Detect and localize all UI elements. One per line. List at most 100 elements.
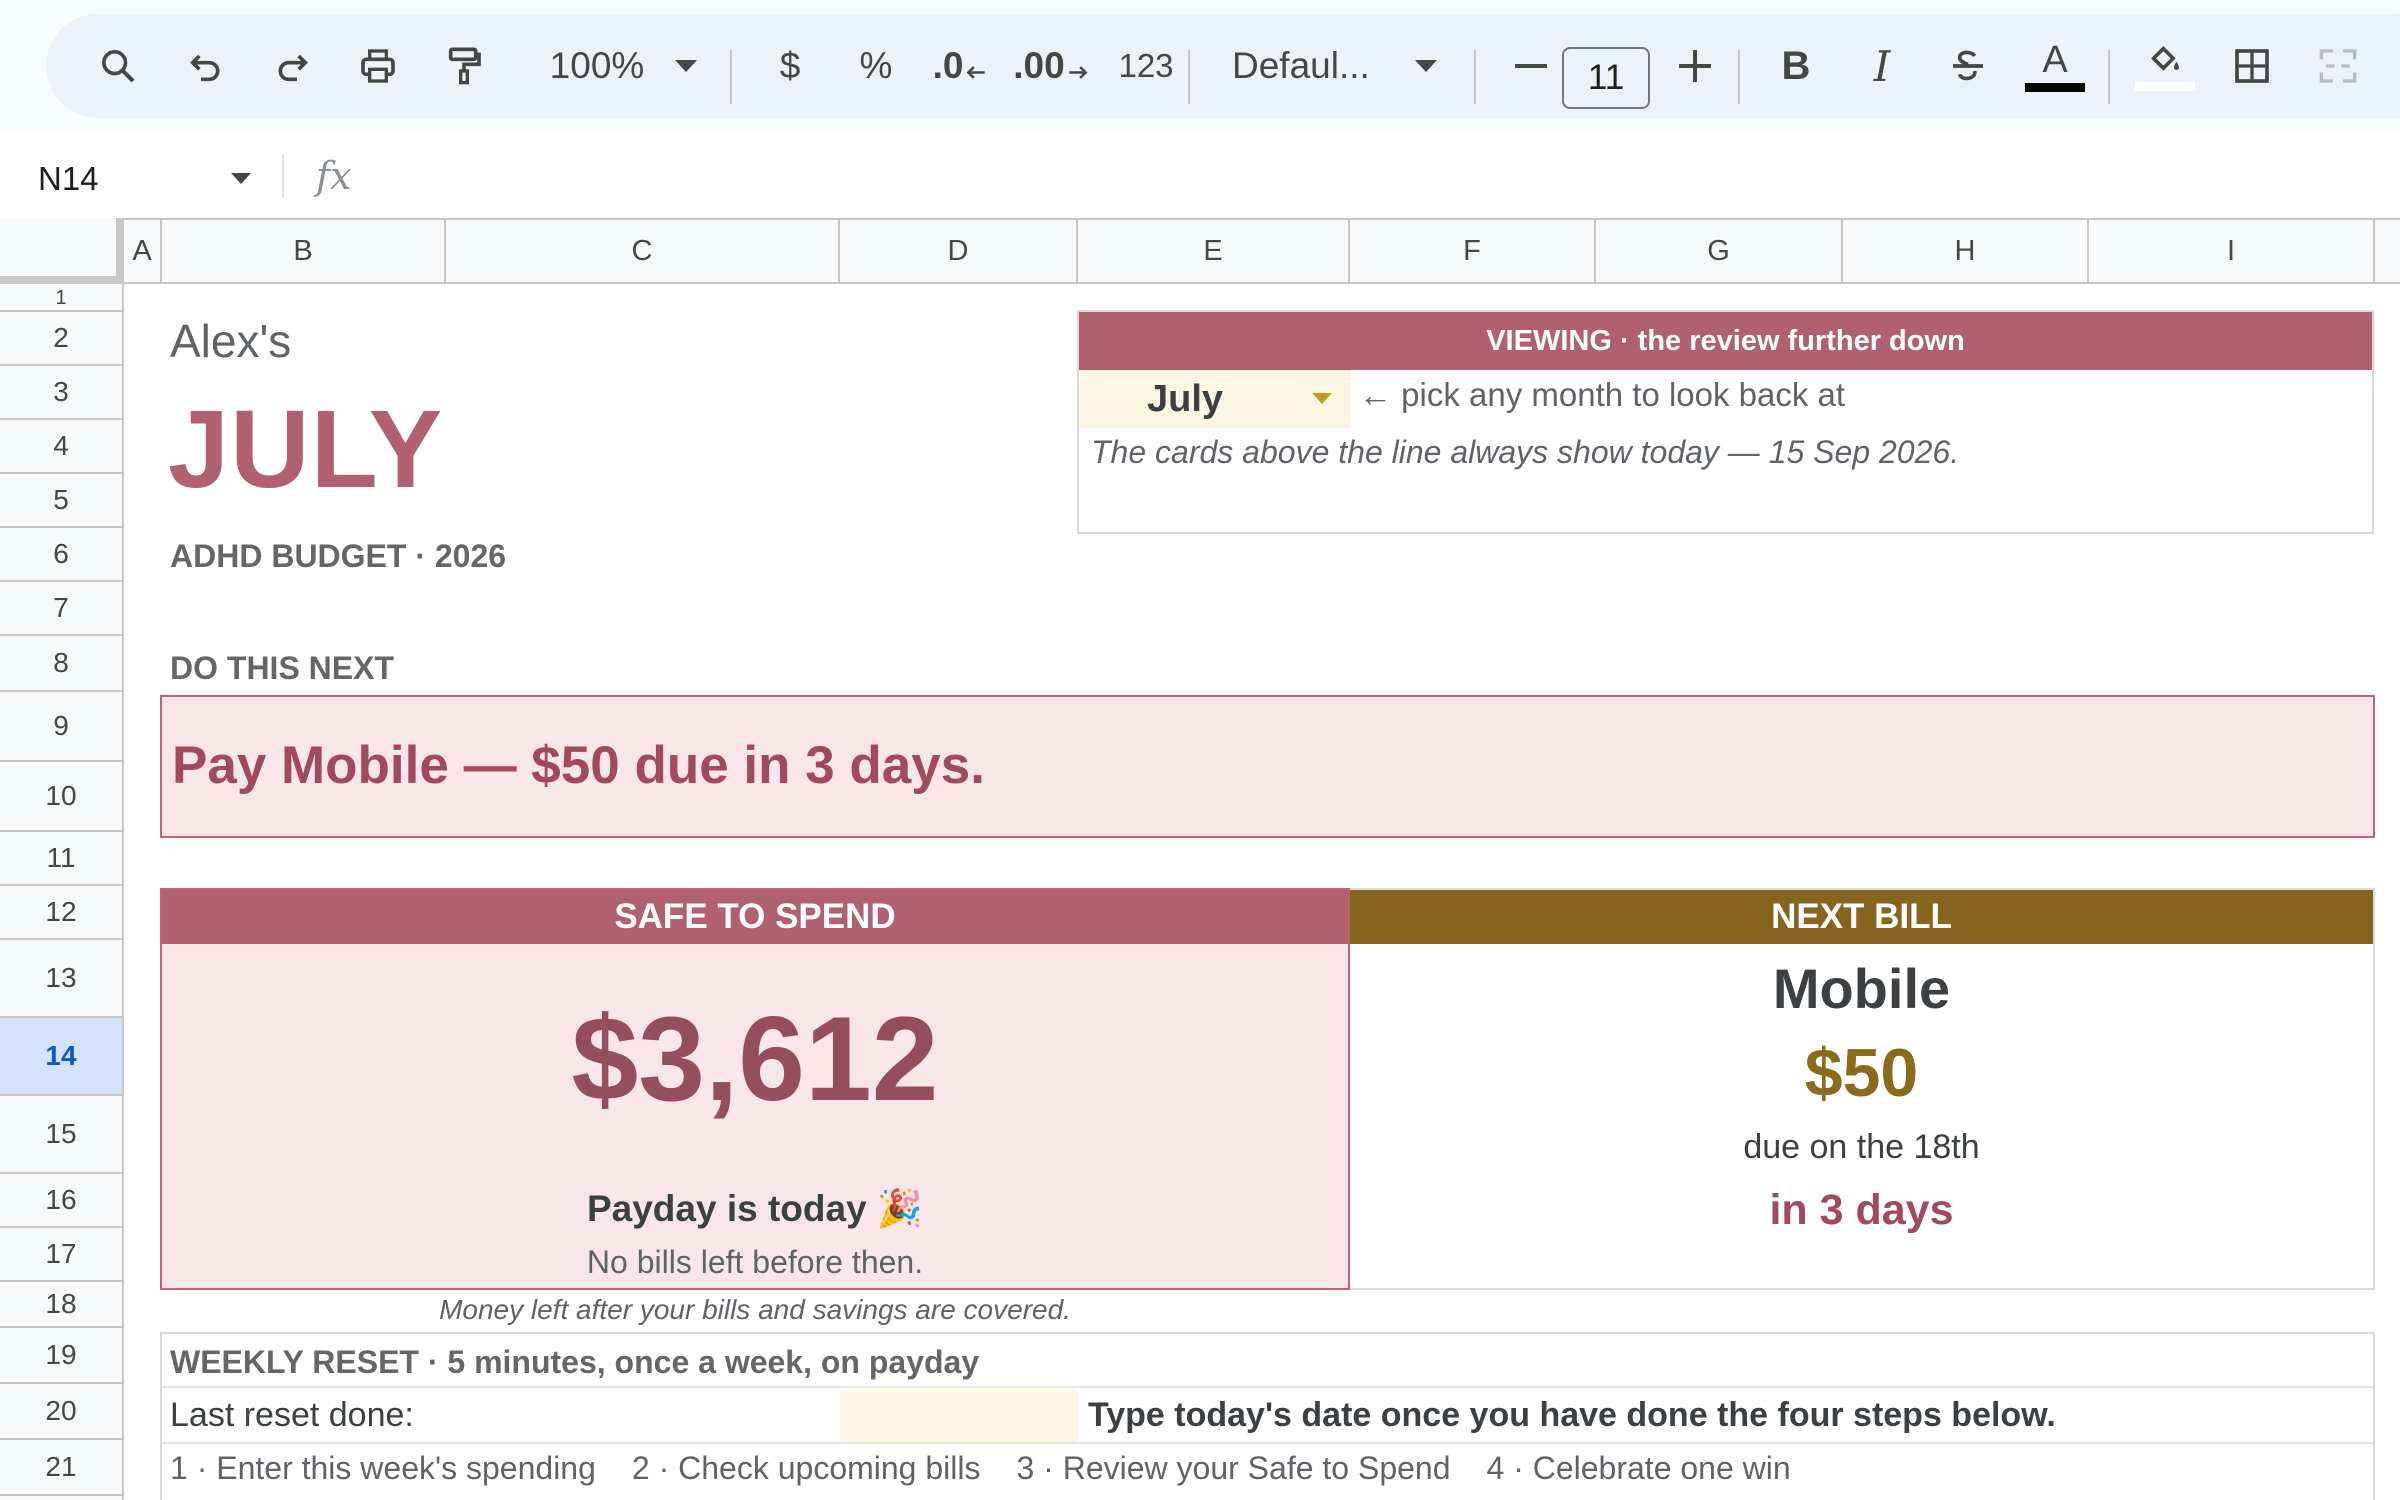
viewing-panel: VIEWING · the review further down July ←…	[1077, 310, 2374, 534]
last-reset-date-input[interactable]	[840, 1390, 1078, 1442]
row-header-7[interactable]: 7	[0, 582, 122, 636]
row-header-16[interactable]: 16	[0, 1174, 122, 1228]
bills-before-payday-note: No bills left before then.	[586, 1244, 924, 1280]
row-header-14[interactable]: 14	[0, 1018, 122, 1096]
arrow-left-icon	[967, 66, 986, 79]
row-header-18[interactable]: 18	[0, 1282, 122, 1328]
row-header-8[interactable]: 8	[0, 636, 122, 692]
budget-subtitle: ADHD BUDGET · 2026	[170, 538, 507, 574]
next-bill-amount: $50	[1804, 1035, 1919, 1111]
more-formats-button[interactable]: 123	[1106, 14, 1186, 118]
select-all-corner[interactable]	[0, 218, 124, 284]
column-header-h[interactable]: H	[1843, 220, 2089, 282]
viewing-note: The cards above the line always show tod…	[1091, 434, 1960, 470]
text-color-swatch	[2025, 82, 2085, 92]
safe-to-spend-header: SAFE TO SPEND	[162, 890, 1348, 944]
safe-to-spend-amount: $3,612	[571, 992, 939, 1126]
row-header-17[interactable]: 17	[0, 1228, 122, 1282]
font-size-input[interactable]: 11	[1562, 47, 1650, 109]
row-header-6[interactable]: 6	[0, 528, 122, 582]
column-header-d[interactable]: D	[840, 220, 1078, 282]
percent-format-button[interactable]: %	[846, 14, 906, 118]
fill-color-icon[interactable]	[2130, 14, 2200, 118]
formula-input[interactable]	[390, 142, 2380, 208]
zoom-chevron-down-icon[interactable]	[666, 14, 706, 118]
next-action-banner[interactable]: Pay Mobile — $50 due in 3 days.	[160, 695, 2375, 838]
column-header-e[interactable]: E	[1078, 220, 1350, 282]
row-header-2[interactable]: 2	[0, 312, 122, 366]
undo-icon[interactable]	[176, 14, 236, 118]
next-action-label: DO THIS NEXT	[170, 650, 395, 686]
column-headers: A B C D E F G H I	[0, 218, 2400, 284]
name-box[interactable]: N14	[38, 160, 99, 198]
column-header-i[interactable]: I	[2089, 220, 2375, 282]
weekly-reset-title: WEEKLY RESET · 5 minutes, once a week, o…	[170, 1344, 980, 1380]
increase-font-size-icon[interactable]	[1670, 14, 1720, 118]
text-color-icon[interactable]: A	[2020, 14, 2090, 118]
row-header-5[interactable]: 5	[0, 474, 122, 528]
currency-format-button[interactable]: $	[760, 14, 820, 118]
month-dropdown[interactable]: July	[1079, 370, 1351, 428]
next-bill-countdown: in 3 days	[1769, 1186, 1954, 1234]
row-header-10[interactable]: 10	[0, 762, 122, 832]
formula-bar: N14 fx	[0, 132, 2400, 218]
toolbar-divider	[1474, 50, 1476, 104]
toolbar-divider	[2108, 50, 2110, 104]
column-header-g[interactable]: G	[1596, 220, 1843, 282]
row-header-13[interactable]: 13	[0, 940, 122, 1018]
row-header-15[interactable]: 15	[0, 1096, 122, 1174]
row-headers: 1 2 3 4 5 6 7 8 9 10 11 12 13 14 15 16 1…	[0, 284, 124, 1500]
next-bill-header: NEXT BILL	[1350, 890, 2373, 944]
column-header-c[interactable]: C	[446, 220, 840, 282]
search-menus-icon[interactable]	[88, 14, 148, 118]
row-header-9[interactable]: 9	[0, 692, 122, 762]
row-header-3[interactable]: 3	[0, 366, 122, 420]
last-reset-label: Last reset done:	[170, 1396, 414, 1434]
italic-icon[interactable]: I	[1852, 14, 1912, 118]
borders-icon[interactable]	[2222, 14, 2282, 118]
row-header-12[interactable]: 12	[0, 886, 122, 940]
weekly-reset-section: WEEKLY RESET · 5 minutes, once a week, o…	[160, 1332, 2375, 1500]
bold-icon[interactable]: B	[1766, 14, 1826, 118]
formula-bar-divider	[282, 154, 284, 198]
row-header-1[interactable]: 1	[0, 284, 122, 312]
increase-decimal-button[interactable]: .00	[1012, 14, 1092, 118]
safe-to-spend-card[interactable]: SAFE TO SPEND $3,612 Payday is today 🎉 N…	[160, 888, 1350, 1290]
row-header-21[interactable]: 21	[0, 1440, 122, 1496]
name-box-chevron-down-icon[interactable]	[230, 172, 252, 186]
row-header-11[interactable]: 11	[0, 832, 122, 886]
row-header-19[interactable]: 19	[0, 1328, 122, 1384]
fx-icon: fx	[316, 154, 352, 198]
zoom-select[interactable]: 100%	[532, 14, 662, 118]
fill-color-swatch	[2135, 81, 2195, 91]
strikethrough-icon[interactable]	[1938, 14, 1998, 118]
increase-decimal-label: .00	[1013, 45, 1065, 86]
decrease-decimal-button[interactable]: .0	[926, 14, 996, 118]
merge-cells-icon[interactable]	[2308, 14, 2368, 118]
viewing-header: VIEWING · the review further down	[1079, 312, 2372, 370]
font-chevron-down-icon[interactable]	[1406, 14, 1446, 118]
dropdown-chevron-icon[interactable]	[1311, 392, 1333, 406]
next-bill-card[interactable]: NEXT BILL Mobile $50 due on the 18th in …	[1350, 888, 2375, 1290]
redo-icon[interactable]	[262, 14, 322, 118]
row-divider	[162, 1442, 2373, 1444]
month-pick-hint: ← pick any month to look back at	[1359, 376, 1846, 413]
toolbar-divider	[730, 50, 732, 104]
reset-step: 4 · Celebrate one win	[1486, 1450, 1791, 1486]
reset-step: 3 · Review your Safe to Spend	[1016, 1450, 1451, 1486]
decrease-font-size-icon[interactable]	[1506, 14, 1556, 118]
print-icon[interactable]	[348, 14, 408, 118]
column-header-f[interactable]: F	[1350, 220, 1596, 282]
column-header-b[interactable]: B	[162, 220, 446, 282]
paint-format-icon[interactable]	[434, 14, 494, 118]
reset-step: 1 · Enter this week's spending	[170, 1450, 596, 1486]
column-header-a[interactable]: A	[124, 220, 162, 282]
payday-status: Payday is today 🎉	[586, 1188, 924, 1229]
font-family-select[interactable]: Defaul...	[1232, 14, 1392, 118]
toolbar-divider	[1188, 50, 1190, 104]
next-bill-name: Mobile	[1772, 957, 1951, 1020]
row-header-4[interactable]: 4	[0, 420, 122, 474]
reset-instruction: Type today's date once you have done the…	[1088, 1396, 2056, 1434]
row-header-20[interactable]: 20	[0, 1384, 122, 1440]
reset-steps: 1 · Enter this week's spending 2 · Check…	[170, 1450, 1827, 1487]
